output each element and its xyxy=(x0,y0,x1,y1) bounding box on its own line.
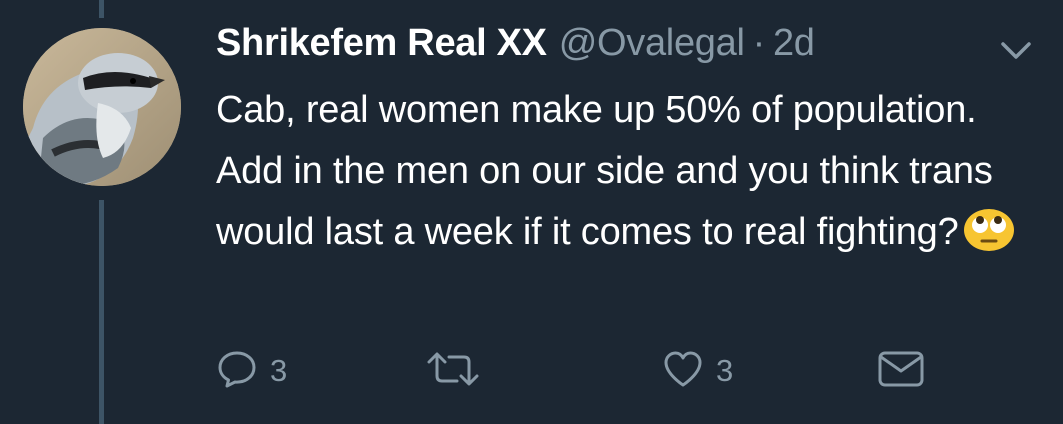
like-count: 3 xyxy=(716,353,734,388)
avatar[interactable] xyxy=(23,28,181,186)
tweet-text-container: Cab, real women make up 50% of populatio… xyxy=(216,80,1036,263)
reply-button[interactable]: 3 xyxy=(216,346,287,396)
envelope-icon xyxy=(876,348,926,395)
shrike-bird-avatar-icon xyxy=(23,28,181,186)
face-with-rolling-eyes-icon xyxy=(963,208,1015,252)
tweet[interactable]: Shrikefem Real XX @Ovalegal · 2d Cab, re… xyxy=(0,0,1063,424)
user-handle[interactable]: @Ovalegal xyxy=(559,22,745,65)
timestamp[interactable]: 2d xyxy=(773,22,815,65)
direct-message-button[interactable] xyxy=(876,346,926,396)
separator-dot: · xyxy=(752,22,766,64)
retweet-icon xyxy=(425,348,481,395)
heart-icon xyxy=(662,349,704,394)
tweet-actions: 3 3 xyxy=(216,346,936,396)
retweet-button[interactable] xyxy=(425,346,481,396)
tweet-text: Cab, real women make up 50% of populatio… xyxy=(216,89,993,253)
display-name[interactable]: Shrikefem Real XX xyxy=(216,22,547,65)
like-button[interactable]: 3 xyxy=(662,346,733,396)
tweet-header: Shrikefem Real XX @Ovalegal · 2d xyxy=(216,22,815,78)
reply-count: 3 xyxy=(270,353,288,388)
chevron-down-icon[interactable] xyxy=(1000,40,1032,62)
reply-icon xyxy=(216,348,258,395)
thread-line-bottom xyxy=(99,200,104,424)
thread-line-top xyxy=(99,0,104,18)
